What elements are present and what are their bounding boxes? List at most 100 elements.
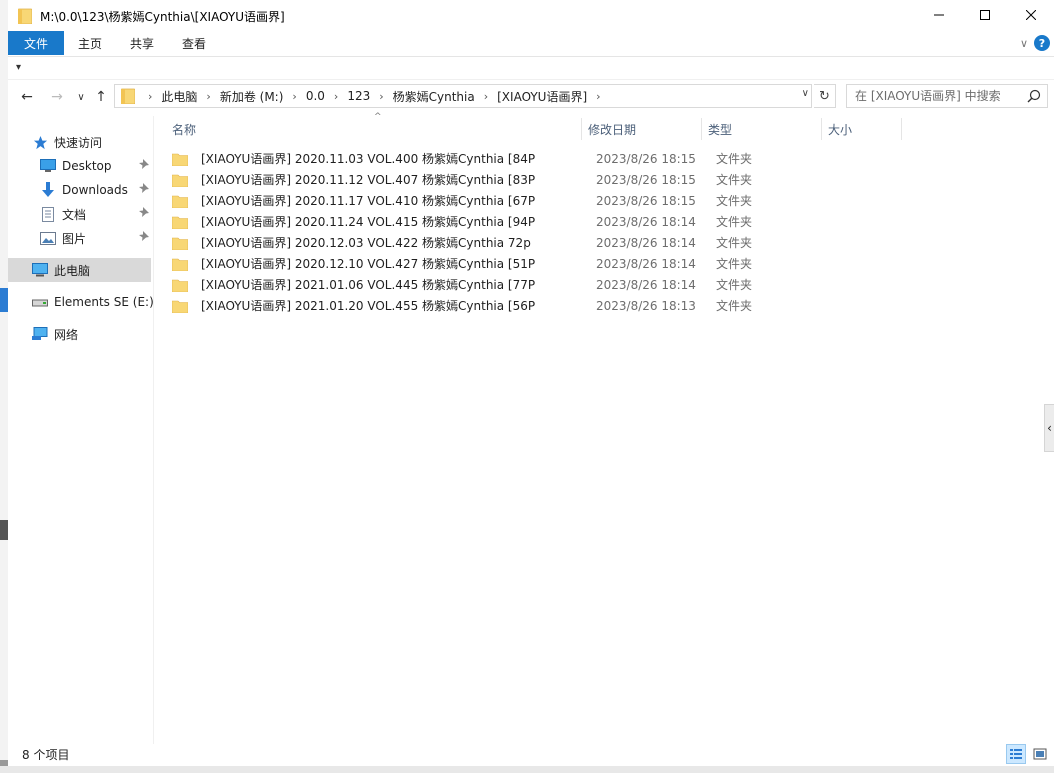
column-header-type[interactable]: 类型	[702, 118, 822, 140]
sidebar-item-desktop[interactable]: Desktop	[8, 154, 151, 178]
details-view-icon	[1010, 749, 1022, 759]
search-input[interactable]	[855, 89, 1027, 103]
address-dropdown-button[interactable]: ∨	[802, 88, 809, 99]
file-date: 2023/8/26 18:14	[596, 277, 696, 292]
background-window-edge	[0, 0, 8, 773]
forward-button[interactable]: →	[46, 86, 68, 108]
refresh-button[interactable]: ↻	[814, 84, 836, 108]
picture-icon	[40, 230, 56, 246]
breadcrumb-separator[interactable]: ›	[370, 90, 392, 103]
breadcrumb-separator[interactable]: ›	[587, 90, 609, 103]
folder-icon	[121, 88, 135, 104]
up-button[interactable]: ↑	[90, 86, 112, 108]
minimize-button[interactable]	[916, 0, 962, 30]
file-type: 文件夹	[716, 173, 753, 187]
pin-icon[interactable]	[139, 207, 149, 220]
sidebar-item-documents[interactable]: 文档	[8, 202, 151, 226]
breadcrumb-separator[interactable]: ›	[139, 90, 161, 103]
preview-pane-toggle[interactable]: ‹	[1044, 404, 1054, 452]
view-switcher	[1006, 744, 1050, 764]
table-row[interactable]: [XIAOYU语画界] 2020.11.24 VOL.415 杨紫嫣Cynthi…	[172, 211, 1032, 232]
folder-icon	[172, 153, 188, 166]
table-row[interactable]: [XIAOYU语画界] 2021.01.20 VOL.455 杨紫嫣Cynthi…	[172, 295, 1032, 316]
close-button[interactable]	[1008, 0, 1054, 30]
file-type: 文件夹	[716, 236, 753, 250]
table-row[interactable]: [XIAOYU语画界] 2020.12.03 VOL.422 杨紫嫣Cynthi…	[172, 232, 1032, 253]
pin-icon[interactable]	[139, 159, 149, 172]
file-type: 文件夹	[716, 215, 753, 229]
large-icons-view-icon	[1033, 748, 1047, 760]
sidebar-item-label: Desktop	[62, 159, 112, 173]
address-bar[interactable]: › 此电脑 › 新加卷 (M:) › 0.0 › 123 › 杨紫嫣Cynthi…	[114, 84, 812, 108]
file-name: [XIAOYU语画界] 2020.11.03 VOL.400 杨紫嫣Cynthi…	[201, 152, 536, 166]
pin-icon[interactable]	[139, 183, 149, 196]
table-row[interactable]: [XIAOYU语画界] 2020.11.12 VOL.407 杨紫嫣Cynthi…	[172, 169, 1032, 190]
details-view-button[interactable]	[1006, 744, 1026, 764]
search-icon[interactable]	[1027, 89, 1041, 103]
breadcrumb-folder-current[interactable]: [XIAOYU语画界]	[497, 88, 587, 105]
file-type: 文件夹	[716, 299, 753, 313]
back-button[interactable]: ←	[16, 86, 38, 108]
breadcrumb-folder-123[interactable]: 123	[347, 89, 370, 103]
table-row[interactable]: [XIAOYU语画界] 2020.11.03 VOL.400 杨紫嫣Cynthi…	[172, 148, 1032, 169]
navigation-bar: ← → ∨ ↑ › 此电脑 › 新加卷 (M:) › 0.0 › 123 › 杨…	[8, 82, 1054, 110]
column-header-date[interactable]: 修改日期	[582, 118, 702, 140]
sidebar-item-label: 图片	[62, 231, 87, 246]
sidebar-item-this-pc[interactable]: 此电脑	[8, 258, 151, 282]
breadcrumb-separator[interactable]: ›	[325, 90, 347, 103]
pin-icon[interactable]	[139, 231, 149, 244]
file-date: 2023/8/26 18:15	[596, 172, 696, 187]
file-date: 2023/8/26 18:15	[596, 193, 696, 208]
breadcrumb-folder-cynthia[interactable]: 杨紫嫣Cynthia	[393, 88, 475, 105]
title-bar[interactable]: M:\0.0\123\杨紫嫣Cynthia\[XIAOYU语画界]	[8, 0, 1054, 32]
table-row[interactable]: [XIAOYU语画界] 2020.12.10 VOL.427 杨紫嫣Cynthi…	[172, 253, 1032, 274]
desktop-icon	[40, 158, 56, 174]
window-controls	[916, 0, 1054, 30]
help-icon[interactable]: ?	[1034, 35, 1050, 51]
breadcrumb-separator[interactable]: ›	[197, 90, 219, 103]
background-window-fragment	[0, 288, 8, 312]
sidebar-item-downloads[interactable]: Downloads	[8, 178, 151, 202]
file-date: 2023/8/26 18:14	[596, 256, 696, 271]
breadcrumb-drive-m[interactable]: 新加卷 (M:)	[220, 88, 284, 105]
large-icons-view-button[interactable]	[1030, 744, 1050, 764]
file-name: [XIAOYU语画界] 2021.01.20 VOL.455 杨紫嫣Cynthi…	[201, 299, 536, 313]
download-icon	[40, 182, 56, 198]
tab-file[interactable]: 文件	[8, 31, 64, 55]
sidebar-item-label: 此电脑	[54, 263, 91, 278]
maximize-button[interactable]	[962, 0, 1008, 30]
file-name: [XIAOYU语画界] 2020.12.03 VOL.422 杨紫嫣Cynthi…	[201, 236, 531, 250]
sidebar-item-elements-se[interactable]: Elements SE (E:)	[8, 290, 154, 314]
folder-icon	[172, 216, 188, 229]
search-box[interactable]	[846, 84, 1048, 108]
file-name: [XIAOYU语画界] 2020.11.12 VOL.407 杨紫嫣Cynthi…	[201, 173, 536, 187]
file-list-pane: ^ 名称 修改日期 类型 大小 [XIAOYU语画界] 2020.11.03 V…	[162, 110, 1042, 740]
file-name: [XIAOYU语画界] 2020.12.10 VOL.427 杨紫嫣Cynthi…	[201, 257, 536, 271]
ribbon-divider	[8, 56, 1054, 57]
sidebar-item-pictures[interactable]: 图片	[8, 226, 151, 250]
sidebar-item-network[interactable]: 网络	[8, 322, 151, 346]
file-name: [XIAOYU语画界] 2020.11.24 VOL.415 杨紫嫣Cynthi…	[201, 215, 536, 229]
breadcrumb-folder-0-0[interactable]: 0.0	[306, 89, 325, 103]
sidebar-item-label: 文档	[62, 207, 87, 222]
folder-icon	[172, 237, 188, 250]
tab-share[interactable]: 共享	[116, 31, 168, 55]
table-row[interactable]: [XIAOYU语画界] 2021.01.06 VOL.445 杨紫嫣Cynthi…	[172, 274, 1032, 295]
column-header-size[interactable]: 大小	[822, 118, 902, 140]
close-icon	[1026, 10, 1036, 20]
breadcrumb-separator[interactable]: ›	[475, 90, 497, 103]
recent-locations-button[interactable]: ∨	[70, 86, 92, 108]
file-date: 2023/8/26 18:15	[596, 151, 696, 166]
column-header-name[interactable]: 名称	[166, 118, 582, 140]
file-date: 2023/8/26 18:14	[596, 235, 696, 250]
breadcrumb-this-pc[interactable]: 此电脑	[161, 88, 197, 105]
table-row[interactable]: [XIAOYU语画界] 2020.11.17 VOL.410 杨紫嫣Cynthi…	[172, 190, 1032, 211]
breadcrumb-separator[interactable]: ›	[283, 90, 305, 103]
sidebar-item-quick-access[interactable]: 快速访问	[8, 130, 151, 154]
expand-ribbon-button[interactable]: ∨	[1014, 37, 1034, 50]
tab-home[interactable]: 主页	[64, 31, 116, 55]
breadcrumb: › 此电脑 › 新加卷 (M:) › 0.0 › 123 › 杨紫嫣Cynthi…	[139, 88, 610, 105]
quick-access-toolbar-dropdown[interactable]: ▾	[16, 62, 21, 73]
tab-view[interactable]: 查看	[168, 31, 220, 55]
status-bar: 8 个项目	[8, 742, 1054, 766]
